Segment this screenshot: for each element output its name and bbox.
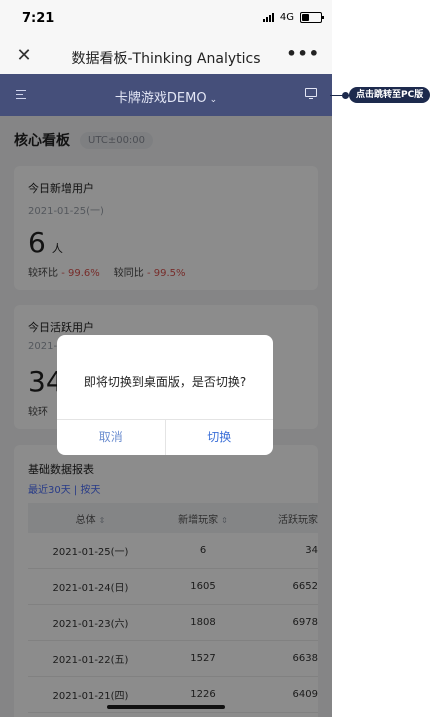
more-options-button[interactable]: •••: [286, 44, 320, 63]
callout-label: 点击跳转至PC版: [349, 87, 431, 103]
status-icons: 4G: [262, 12, 324, 23]
confirm-switch-button[interactable]: 切换: [166, 420, 274, 455]
desktop-icon[interactable]: [305, 88, 318, 99]
page-title: 数据看板-Thinking Analytics: [71, 51, 261, 67]
signal-icon: [262, 13, 274, 22]
dialog-message: 即将切换到桌面版，是否切换?: [83, 375, 247, 389]
chevron-down-icon: ⌄: [209, 95, 218, 105]
status-bar: 7:21 4G: [0, 0, 332, 40]
callout-dot: [342, 92, 349, 99]
status-time: 7:21: [22, 11, 55, 26]
battery-icon: [300, 12, 324, 23]
close-icon[interactable]: ✕: [15, 47, 33, 65]
app-header: 卡牌游戏DEMO ⌄: [0, 74, 332, 116]
cancel-button[interactable]: 取消: [57, 420, 166, 455]
switch-desktop-dialog: 即将切换到桌面版，是否切换? 取消 切换: [57, 335, 273, 455]
project-selector[interactable]: 卡牌游戏DEMO ⌄: [0, 87, 332, 106]
project-name: 卡牌游戏DEMO: [114, 91, 207, 106]
home-indicator: [107, 705, 225, 709]
network-label: 4G: [279, 12, 294, 23]
phone-screen: 7:21 4G ✕ 数据看板-Thinking Analytics ••• 卡牌…: [0, 0, 332, 717]
dialog-footer: 取消 切换: [57, 419, 273, 455]
webview-title-bar: ✕ 数据看板-Thinking Analytics •••: [0, 40, 332, 75]
